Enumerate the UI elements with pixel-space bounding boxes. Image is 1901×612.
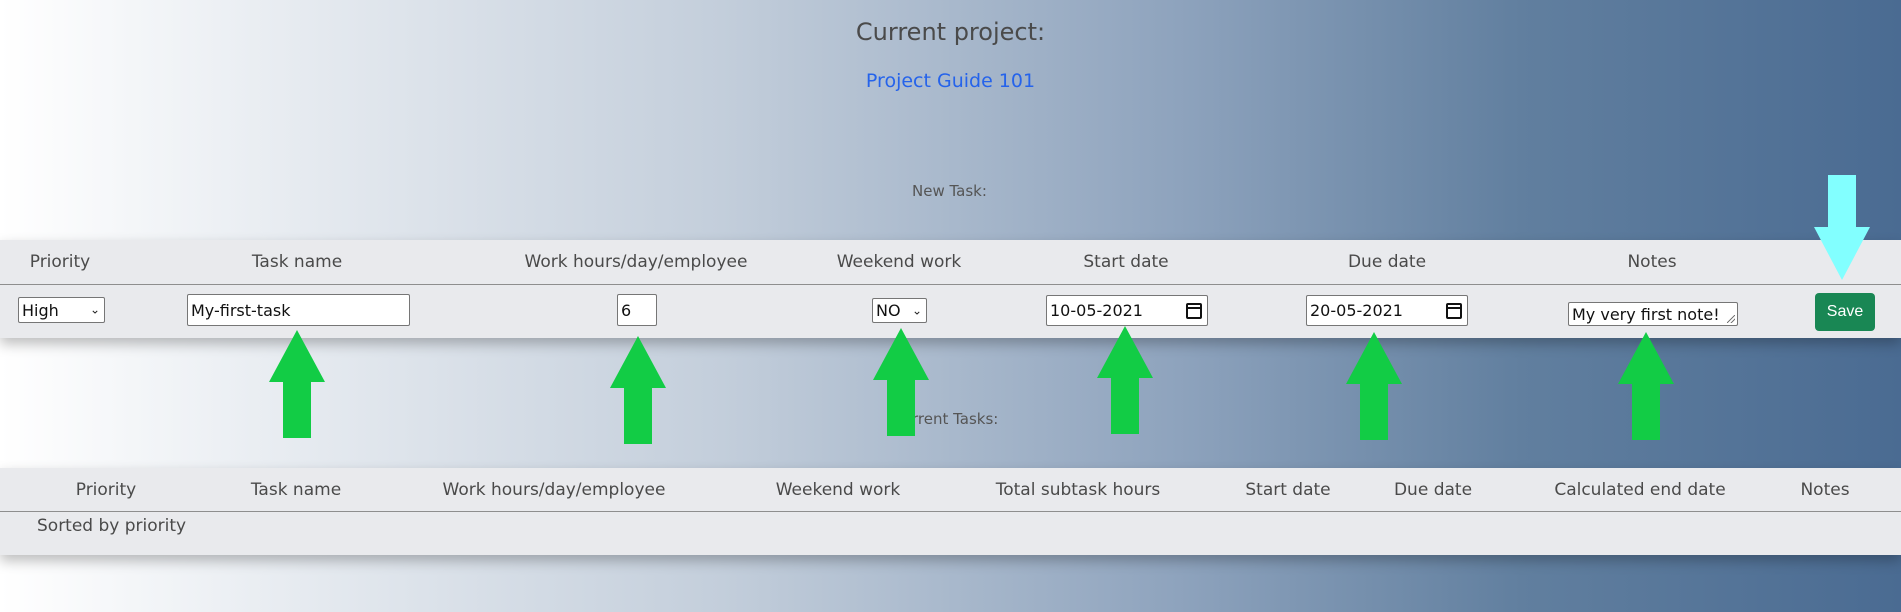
up-arrow-icon [610, 336, 666, 444]
column-header-task-name: Task name [251, 252, 343, 272]
calendar-icon[interactable] [1446, 302, 1462, 319]
down-arrow-icon [1814, 175, 1870, 280]
task-name-input[interactable]: My-first-task [187, 294, 410, 326]
column-header-task-name: Task name [250, 480, 342, 500]
new-task-label: New Task: [912, 182, 987, 200]
up-arrow-icon [1346, 332, 1402, 440]
start-date-input[interactable]: 10-05-2021 [1046, 295, 1208, 326]
due-date-input[interactable]: 20-05-2021 [1306, 295, 1468, 326]
work-hours-input[interactable]: 6 [617, 294, 657, 326]
column-header-due-date: Due date [1347, 252, 1427, 272]
up-arrow-icon [873, 328, 929, 436]
notes-textarea[interactable]: My very first note! [1568, 302, 1738, 326]
calendar-icon[interactable] [1186, 302, 1202, 319]
priority-select[interactable]: High ⌄ [18, 297, 105, 323]
notes-textarea-value: My very first note! [1572, 304, 1720, 324]
column-header-priority: Priority [29, 252, 91, 272]
current-tasks-header-row: Priority Task name Work hours/day/employ… [0, 468, 1901, 512]
column-header-work-hours: Work hours/day/employee [524, 252, 748, 272]
column-header-notes: Notes [1800, 480, 1850, 500]
weekend-work-select[interactable]: NO ⌄ [872, 298, 927, 323]
column-header-due-date: Due date [1393, 480, 1473, 500]
up-arrow-icon [1618, 332, 1674, 440]
page-title: Current project: [855, 18, 1046, 46]
due-date-input-value: 20-05-2021 [1310, 301, 1403, 320]
current-tasks-table: Priority Task name Work hours/day/employ… [0, 468, 1901, 555]
column-header-start-date: Start date [1083, 252, 1169, 272]
start-date-input-value: 10-05-2021 [1050, 301, 1143, 320]
column-header-start-date: Start date [1245, 480, 1331, 500]
chevron-down-icon: ⌄ [911, 302, 922, 317]
weekend-work-select-value: NO [876, 301, 901, 320]
chevron-down-icon: ⌄ [89, 302, 100, 317]
new-task-header-row: Priority Task name Work hours/day/employ… [0, 240, 1901, 285]
resize-handle-icon[interactable] [1727, 315, 1735, 323]
save-button[interactable]: Save [1815, 293, 1875, 331]
column-header-notes: Notes [1627, 252, 1677, 272]
column-header-priority: Priority [75, 480, 137, 500]
column-header-work-hours: Work hours/day/employee [442, 480, 666, 500]
sorted-by-priority-label: Sorted by priority [37, 516, 187, 536]
column-header-weekend-work: Weekend work [775, 480, 901, 500]
up-arrow-icon [1097, 326, 1153, 434]
new-task-form: Priority Task name Work hours/day/employ… [0, 240, 1901, 338]
column-header-weekend-work: Weekend work [836, 252, 962, 272]
work-hours-input-value: 6 [621, 300, 632, 320]
column-header-calculated-end-date: Calculated end date [1554, 480, 1726, 500]
project-link[interactable]: Project Guide 101 [0, 70, 1901, 92]
priority-select-value: High [22, 300, 59, 320]
task-name-input-value: My-first-task [191, 300, 291, 320]
column-header-total-subtask-hours: Total subtask hours [995, 480, 1161, 500]
up-arrow-icon [269, 330, 325, 438]
